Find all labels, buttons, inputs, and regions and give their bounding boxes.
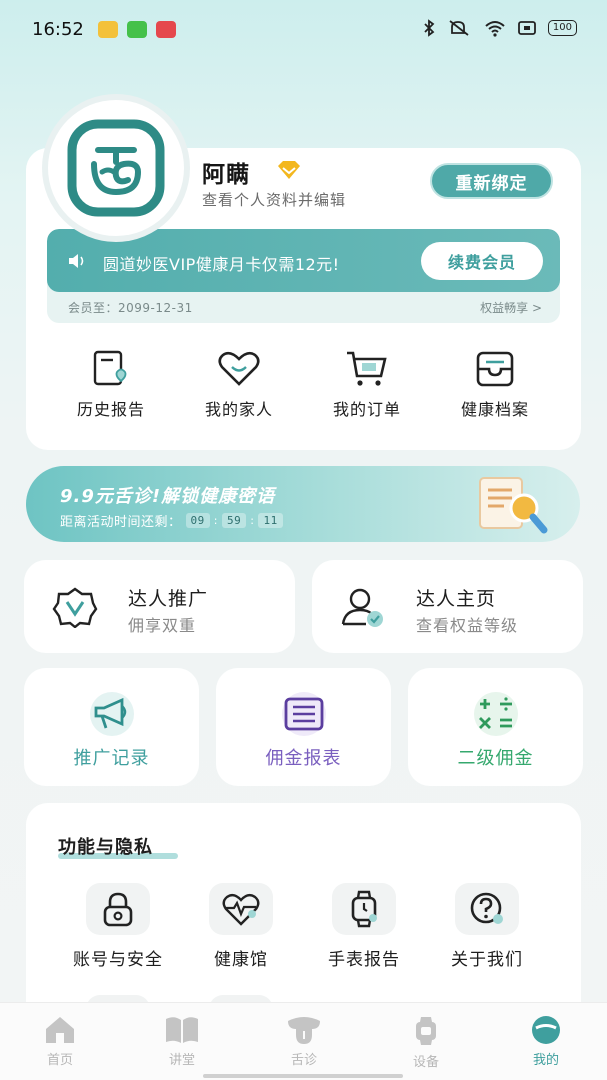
watch-icon [332, 883, 396, 935]
user-name[interactable]: 阿瞒 [202, 155, 250, 189]
commission-report-tile[interactable]: 佣金报表 [216, 668, 391, 786]
quick-action-orders[interactable]: 我的订单 [307, 350, 427, 420]
badge-v-icon [52, 587, 98, 628]
countdown-hours: 09 [185, 513, 210, 528]
vip-benefit-link[interactable]: 权益畅享 > [480, 299, 542, 316]
report-icon [93, 350, 127, 386]
megaphone-icon [89, 692, 134, 736]
archive-icon [476, 351, 514, 387]
document-magnifier-icon [479, 477, 548, 534]
tile-label: 二级佣金 [457, 748, 534, 769]
promo-title: 9.9元舌诊!解锁健康密语 [60, 486, 276, 507]
home-icon [46, 1017, 74, 1043]
promo-countdown: 距离活动时间还剩： 09 : 59 : 11 [60, 511, 283, 530]
nav-tongue-diagnosis[interactable]: 舌诊 [264, 1015, 344, 1068]
function-label: 账号与安全 [73, 950, 163, 970]
mute-icon [449, 20, 469, 36]
quick-action-family[interactable]: 我的家人 [179, 350, 299, 420]
avatar[interactable] [48, 100, 184, 236]
nav-label: 首页 [46, 1053, 73, 1068]
heart-icon [218, 351, 260, 386]
tongue-icon [288, 1017, 320, 1044]
lock-icon [86, 883, 150, 935]
health-hall-item[interactable]: 健康馆 [186, 883, 296, 970]
profile-icon [532, 1016, 560, 1044]
home-indicator [203, 1074, 403, 1078]
app-notification-icon [98, 21, 118, 38]
nav-label: 我的 [532, 1053, 559, 1068]
wifi-icon [485, 21, 505, 37]
vip-diamond-icon [278, 161, 300, 179]
watch-report-item[interactable]: 手表报告 [309, 883, 419, 970]
countdown-separator: : [213, 514, 218, 527]
functions-title: 功能与隐私 [58, 837, 153, 858]
user-badge-icon [341, 588, 383, 627]
quick-action-label: 我的订单 [332, 400, 401, 419]
secondary-commission-tile[interactable]: 二级佣金 [408, 668, 583, 786]
device-icon [416, 1017, 436, 1045]
countdown-separator: : [250, 514, 255, 527]
bluetooth-icon [424, 19, 435, 37]
cart-icon [347, 351, 387, 386]
quick-action-health-archive[interactable]: 健康档案 [435, 350, 555, 420]
question-icon [455, 883, 519, 935]
tile-label: 佣金报表 [265, 748, 342, 769]
talent-title: 达人推广 [128, 588, 209, 610]
heartbeat-icon [209, 883, 273, 935]
book-icon [166, 1017, 198, 1043]
account-security-item[interactable]: 账号与安全 [63, 883, 173, 970]
battery-icon: 100 [547, 20, 577, 36]
calculator-icon [473, 692, 518, 736]
quick-action-label: 健康档案 [460, 400, 529, 419]
nav-label: 舌诊 [290, 1053, 317, 1068]
countdown-minutes: 59 [221, 513, 247, 528]
list-icon [281, 692, 326, 736]
vip-banner-top: 圆道妙医VIP健康月卡仅需12元! 续费会员 [47, 229, 560, 292]
about-us-item[interactable]: 关于我们 [432, 883, 542, 970]
quick-action-label: 我的家人 [204, 400, 273, 419]
sim-icon [518, 21, 536, 35]
talent-subtitle: 查看权益等级 [416, 616, 519, 635]
quick-action-history-report[interactable]: 历史报告 [51, 350, 171, 420]
app-notification-icon [127, 21, 147, 38]
speaker-icon [69, 254, 84, 268]
countdown-label: 距离活动时间还剩： [60, 515, 182, 530]
vip-expire-date: 会员至：2099-12-31 [68, 301, 193, 315]
renew-membership-button[interactable]: 续费会员 [421, 242, 543, 280]
talent-promotion-card[interactable]: 达人推广 佣享双重 [24, 560, 295, 653]
talent-subtitle: 佣享双重 [128, 616, 197, 635]
talent-homepage-card[interactable]: 达人主页 查看权益等级 [312, 560, 583, 653]
nav-label: 设备 [412, 1055, 439, 1070]
tile-label: 推广记录 [73, 748, 150, 769]
promo-banner[interactable]: 9.9元舌诊!解锁健康密语 距离活动时间还剩： 09 : 59 : 11 [26, 466, 580, 542]
status-bar: 16:52 100 [0, 0, 607, 60]
promotion-records-tile[interactable]: 推广记录 [24, 668, 199, 786]
nav-device[interactable]: 设备 [386, 1015, 466, 1070]
nav-home[interactable]: 首页 [20, 1015, 100, 1068]
status-time: 16:52 [32, 19, 84, 40]
nav-lecture[interactable]: 讲堂 [142, 1015, 222, 1068]
nav-label: 讲堂 [168, 1053, 195, 1068]
edit-profile-link[interactable]: 查看个人资料并编辑 [202, 189, 346, 210]
bottom-nav: 首页 讲堂 舌诊 设备 我的 [0, 1002, 607, 1080]
app-notification-icon [156, 21, 176, 38]
countdown-seconds: 11 [258, 513, 283, 528]
function-label: 手表报告 [328, 950, 400, 970]
rebind-button[interactable]: 重新绑定 [430, 163, 553, 199]
function-label: 健康馆 [214, 950, 268, 970]
talent-title: 达人主页 [416, 588, 497, 610]
vip-message: 圆道妙医VIP健康月卡仅需12元! [103, 255, 340, 274]
nav-profile[interactable]: 我的 [506, 1015, 586, 1068]
vip-banner[interactable]: 圆道妙医VIP健康月卡仅需12元! 续费会员 会员至：2099-12-31 权益… [47, 229, 560, 323]
function-label: 关于我们 [451, 950, 523, 970]
logo-icon [67, 119, 165, 217]
quick-action-label: 历史报告 [76, 400, 145, 419]
